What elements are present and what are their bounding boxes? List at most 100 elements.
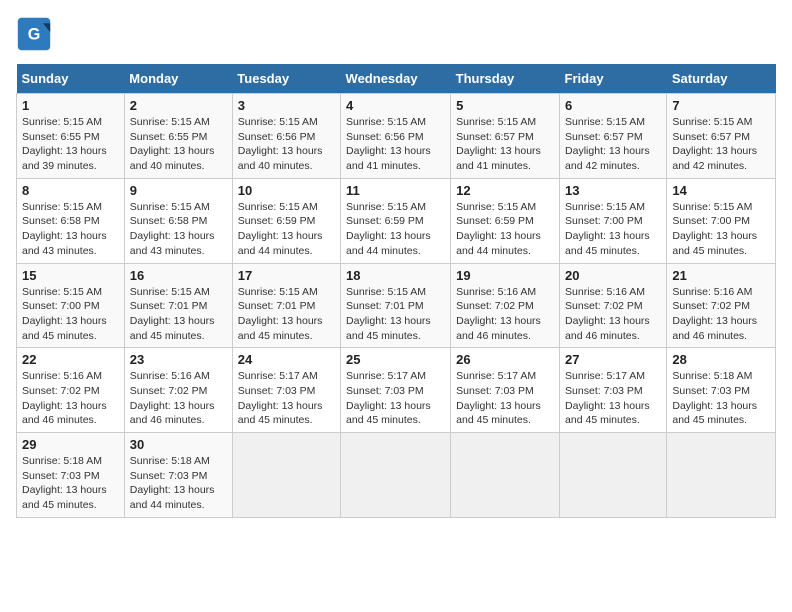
calendar-cell: 3 Sunrise: 5:15 AMSunset: 6:56 PMDayligh… [232, 94, 340, 179]
day-info: Sunrise: 5:15 AMSunset: 6:57 PMDaylight:… [672, 116, 757, 172]
calendar-cell: 11 Sunrise: 5:15 AMSunset: 6:59 PMDaylig… [341, 178, 451, 263]
day-number: 23 [130, 352, 227, 367]
calendar-cell: 14 Sunrise: 5:15 AMSunset: 7:00 PMDaylig… [667, 178, 776, 263]
logo: G [16, 16, 56, 52]
day-number: 15 [22, 268, 119, 283]
day-info: Sunrise: 5:15 AMSunset: 6:56 PMDaylight:… [238, 116, 323, 172]
day-info: Sunrise: 5:15 AMSunset: 6:55 PMDaylight:… [130, 116, 215, 172]
calendar-cell: 9 Sunrise: 5:15 AMSunset: 6:58 PMDayligh… [124, 178, 232, 263]
day-number: 11 [346, 183, 445, 198]
weekday-header-wednesday: Wednesday [341, 64, 451, 94]
day-number: 25 [346, 352, 445, 367]
calendar-cell: 25 Sunrise: 5:17 AMSunset: 7:03 PMDaylig… [341, 348, 451, 433]
day-number: 2 [130, 98, 227, 113]
calendar-cell: 26 Sunrise: 5:17 AMSunset: 7:03 PMDaylig… [451, 348, 560, 433]
weekday-header-row: SundayMondayTuesdayWednesdayThursdayFrid… [17, 64, 776, 94]
calendar-cell: 15 Sunrise: 5:15 AMSunset: 7:00 PMDaylig… [17, 263, 125, 348]
calendar-week-row: 8 Sunrise: 5:15 AMSunset: 6:58 PMDayligh… [17, 178, 776, 263]
calendar-week-row: 22 Sunrise: 5:16 AMSunset: 7:02 PMDaylig… [17, 348, 776, 433]
calendar-cell: 27 Sunrise: 5:17 AMSunset: 7:03 PMDaylig… [560, 348, 667, 433]
day-info: Sunrise: 5:15 AMSunset: 6:57 PMDaylight:… [565, 116, 650, 172]
day-number: 21 [672, 268, 770, 283]
calendar-cell: 13 Sunrise: 5:15 AMSunset: 7:00 PMDaylig… [560, 178, 667, 263]
day-number: 30 [130, 437, 227, 452]
day-info: Sunrise: 5:15 AMSunset: 7:01 PMDaylight:… [130, 286, 215, 342]
calendar-week-row: 1 Sunrise: 5:15 AMSunset: 6:55 PMDayligh… [17, 94, 776, 179]
calendar-cell: 29 Sunrise: 5:18 AMSunset: 7:03 PMDaylig… [17, 433, 125, 518]
day-info: Sunrise: 5:16 AMSunset: 7:02 PMDaylight:… [672, 286, 757, 342]
calendar-cell: 8 Sunrise: 5:15 AMSunset: 6:58 PMDayligh… [17, 178, 125, 263]
day-number: 4 [346, 98, 445, 113]
day-number: 19 [456, 268, 554, 283]
day-number: 24 [238, 352, 335, 367]
day-info: Sunrise: 5:16 AMSunset: 7:02 PMDaylight:… [565, 286, 650, 342]
day-number: 13 [565, 183, 661, 198]
day-info: Sunrise: 5:16 AMSunset: 7:02 PMDaylight:… [22, 370, 107, 426]
logo-icon: G [16, 16, 52, 52]
calendar-cell: 22 Sunrise: 5:16 AMSunset: 7:02 PMDaylig… [17, 348, 125, 433]
calendar-cell [451, 433, 560, 518]
day-info: Sunrise: 5:15 AMSunset: 6:57 PMDaylight:… [456, 116, 541, 172]
calendar-cell: 30 Sunrise: 5:18 AMSunset: 7:03 PMDaylig… [124, 433, 232, 518]
day-info: Sunrise: 5:18 AMSunset: 7:03 PMDaylight:… [22, 455, 107, 511]
calendar-week-row: 15 Sunrise: 5:15 AMSunset: 7:00 PMDaylig… [17, 263, 776, 348]
day-number: 14 [672, 183, 770, 198]
day-info: Sunrise: 5:15 AMSunset: 7:01 PMDaylight:… [238, 286, 323, 342]
day-number: 10 [238, 183, 335, 198]
day-number: 17 [238, 268, 335, 283]
calendar-cell: 24 Sunrise: 5:17 AMSunset: 7:03 PMDaylig… [232, 348, 340, 433]
calendar-cell: 1 Sunrise: 5:15 AMSunset: 6:55 PMDayligh… [17, 94, 125, 179]
day-info: Sunrise: 5:18 AMSunset: 7:03 PMDaylight:… [672, 370, 757, 426]
day-number: 22 [22, 352, 119, 367]
calendar-table: SundayMondayTuesdayWednesdayThursdayFrid… [16, 64, 776, 518]
weekday-header-monday: Monday [124, 64, 232, 94]
weekday-header-saturday: Saturday [667, 64, 776, 94]
day-number: 27 [565, 352, 661, 367]
day-info: Sunrise: 5:15 AMSunset: 7:00 PMDaylight:… [672, 201, 757, 257]
day-number: 3 [238, 98, 335, 113]
calendar-cell: 23 Sunrise: 5:16 AMSunset: 7:02 PMDaylig… [124, 348, 232, 433]
day-number: 26 [456, 352, 554, 367]
weekday-header-thursday: Thursday [451, 64, 560, 94]
calendar-cell: 16 Sunrise: 5:15 AMSunset: 7:01 PMDaylig… [124, 263, 232, 348]
calendar-cell: 19 Sunrise: 5:16 AMSunset: 7:02 PMDaylig… [451, 263, 560, 348]
day-number: 8 [22, 183, 119, 198]
day-number: 5 [456, 98, 554, 113]
day-info: Sunrise: 5:16 AMSunset: 7:02 PMDaylight:… [456, 286, 541, 342]
calendar-cell: 2 Sunrise: 5:15 AMSunset: 6:55 PMDayligh… [124, 94, 232, 179]
calendar-cell: 10 Sunrise: 5:15 AMSunset: 6:59 PMDaylig… [232, 178, 340, 263]
day-info: Sunrise: 5:15 AMSunset: 6:59 PMDaylight:… [346, 201, 431, 257]
calendar-cell: 5 Sunrise: 5:15 AMSunset: 6:57 PMDayligh… [451, 94, 560, 179]
svg-text:G: G [28, 25, 41, 43]
calendar-cell: 4 Sunrise: 5:15 AMSunset: 6:56 PMDayligh… [341, 94, 451, 179]
day-number: 18 [346, 268, 445, 283]
weekday-header-sunday: Sunday [17, 64, 125, 94]
calendar-cell: 28 Sunrise: 5:18 AMSunset: 7:03 PMDaylig… [667, 348, 776, 433]
calendar-cell: 20 Sunrise: 5:16 AMSunset: 7:02 PMDaylig… [560, 263, 667, 348]
calendar-cell: 12 Sunrise: 5:15 AMSunset: 6:59 PMDaylig… [451, 178, 560, 263]
day-info: Sunrise: 5:15 AMSunset: 7:00 PMDaylight:… [22, 286, 107, 342]
day-number: 16 [130, 268, 227, 283]
day-number: 28 [672, 352, 770, 367]
day-number: 7 [672, 98, 770, 113]
weekday-header-friday: Friday [560, 64, 667, 94]
day-info: Sunrise: 5:15 AMSunset: 7:00 PMDaylight:… [565, 201, 650, 257]
day-number: 12 [456, 183, 554, 198]
calendar-cell: 17 Sunrise: 5:15 AMSunset: 7:01 PMDaylig… [232, 263, 340, 348]
calendar-cell [667, 433, 776, 518]
day-info: Sunrise: 5:17 AMSunset: 7:03 PMDaylight:… [456, 370, 541, 426]
day-info: Sunrise: 5:15 AMSunset: 6:58 PMDaylight:… [130, 201, 215, 257]
day-number: 29 [22, 437, 119, 452]
day-info: Sunrise: 5:15 AMSunset: 6:59 PMDaylight:… [238, 201, 323, 257]
day-info: Sunrise: 5:17 AMSunset: 7:03 PMDaylight:… [346, 370, 431, 426]
weekday-header-tuesday: Tuesday [232, 64, 340, 94]
calendar-cell: 6 Sunrise: 5:15 AMSunset: 6:57 PMDayligh… [560, 94, 667, 179]
day-number: 6 [565, 98, 661, 113]
day-info: Sunrise: 5:15 AMSunset: 6:59 PMDaylight:… [456, 201, 541, 257]
calendar-cell [560, 433, 667, 518]
day-info: Sunrise: 5:17 AMSunset: 7:03 PMDaylight:… [565, 370, 650, 426]
day-info: Sunrise: 5:15 AMSunset: 6:55 PMDaylight:… [22, 116, 107, 172]
day-info: Sunrise: 5:15 AMSunset: 7:01 PMDaylight:… [346, 286, 431, 342]
day-info: Sunrise: 5:16 AMSunset: 7:02 PMDaylight:… [130, 370, 215, 426]
day-number: 20 [565, 268, 661, 283]
